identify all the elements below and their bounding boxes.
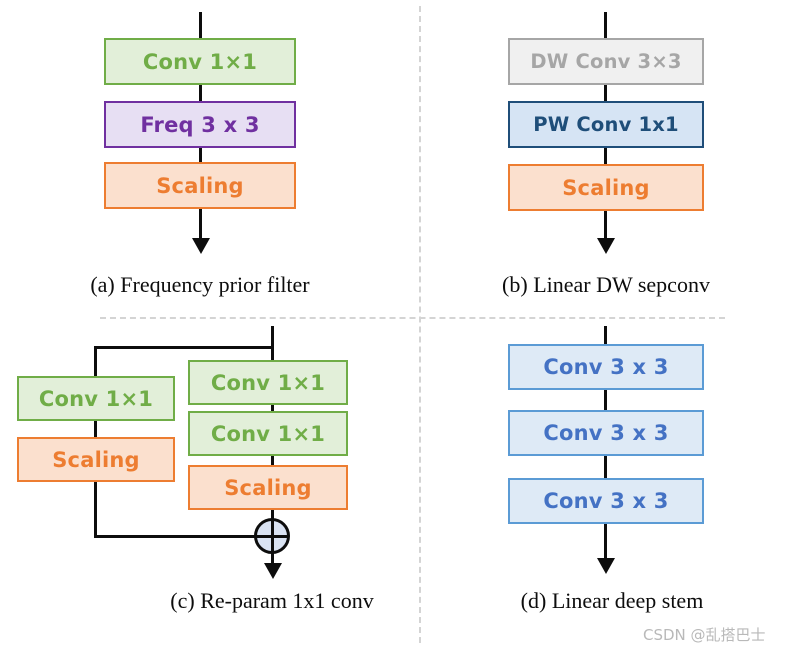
panel-a-block-scaling[interactable]: Scaling [104,162,296,209]
panel-a-block-conv1x1[interactable]: Conv 1×1 [104,38,296,85]
panel-a-input-line [199,12,202,40]
panel-b-link-2 [604,147,607,164]
panel-b-block-pwconv1x1-label: PW Conv 1x1 [533,113,679,136]
panel-c-left-block-conv1x1-label: Conv 1×1 [38,386,154,411]
panel-b-block-scaling-label: Scaling [562,175,650,200]
panel-a-output-arrow-icon [191,238,210,254]
panel-d-output-line [604,523,607,563]
panel-d-link-1 [604,389,607,412]
panel-c-right-block-conv1x1-a[interactable]: Conv 1×1 [188,360,348,405]
watermark: CSDN @乱搭巴士 [643,626,766,644]
panel-c-right-block-scaling[interactable]: Scaling [188,465,348,510]
panel-c-right-block-conv1x1-b[interactable]: Conv 1×1 [188,411,348,456]
panel-c-right-block-conv1x1-b-label: Conv 1×1 [210,421,326,446]
panel-d-block-conv3x3-1[interactable]: Conv 3 x 3 [508,344,704,390]
panel-c-left-block-scaling-label: Scaling [52,447,140,472]
panel-c-sum-node-icon [254,518,290,554]
divider-horizontal [100,317,725,319]
divider-vertical [419,6,421,643]
panel-b-block-scaling[interactable]: Scaling [508,164,704,211]
panel-c-right-block-conv1x1-a-label: Conv 1×1 [210,370,326,395]
panel-a-block-scaling-label: Scaling [156,173,244,198]
panel-a-caption: (a) Frequency prior filter [90,272,310,297]
panel-b-block-dwconv3x3-label: DW Conv 3×3 [530,50,682,73]
panel-d-block-conv3x3-2[interactable]: Conv 3 x 3 [508,410,704,456]
panel-b-block-dwconv3x3[interactable]: DW Conv 3×3 [508,38,704,85]
panel-a-block-conv1x1-label: Conv 1×1 [142,49,258,74]
panel-a-block-freq3x3[interactable]: Freq 3 x 3 [104,101,296,148]
panel-c-left-block-scaling[interactable]: Scaling [17,437,175,482]
panel-d-block-conv3x3-3[interactable]: Conv 3 x 3 [508,478,704,524]
panel-d-block-conv3x3-2-label: Conv 3 x 3 [543,421,669,445]
panel-d-block-conv3x3-3-label: Conv 3 x 3 [543,489,669,513]
panel-a-output-line [199,208,202,242]
panel-c-left-block-conv1x1[interactable]: Conv 1×1 [17,376,175,421]
panel-c-input-line [271,326,274,348]
figure-canvas: Conv 1×1 Freq 3 x 3 Scaling (a) Frequenc… [0,0,789,649]
panel-d-caption: (d) Linear deep stem [520,588,704,613]
panel-c-split-line [94,346,274,349]
panel-c-left-link-0 [94,346,97,378]
panel-c-left-link-2 [94,481,97,536]
panel-b-input-line [604,12,607,40]
panel-c-right-block-scaling-label: Scaling [224,475,312,500]
panel-c-caption: (c) Re-param 1x1 conv [170,588,374,613]
panel-a-block-freq3x3-label: Freq 3 x 3 [140,112,260,137]
panel-d-output-arrow-icon [596,558,615,574]
panel-d-block-conv3x3-1-label: Conv 3 x 3 [543,355,669,379]
panel-b-block-pwconv1x1[interactable]: PW Conv 1x1 [508,101,704,148]
panel-c-merge-line [94,535,257,538]
panel-d-link-2 [604,455,607,480]
panel-b-caption: (b) Linear DW sepconv [502,272,710,297]
panel-c-output-arrow-icon [263,563,282,579]
panel-b-output-arrow-icon [596,238,615,254]
